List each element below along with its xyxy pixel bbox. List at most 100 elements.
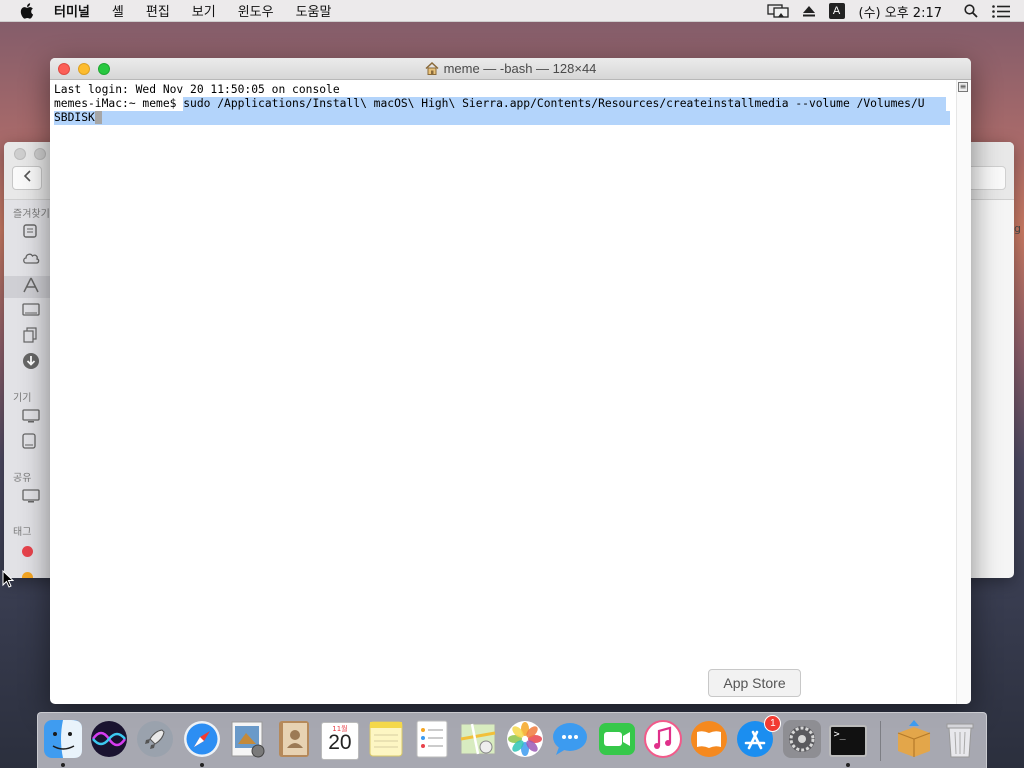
- sidebar-section-favorites: 즐겨찾기: [13, 209, 50, 220]
- terminal-content[interactable]: Last login: Wed Nov 20 11:50:05 on conso…: [50, 80, 971, 704]
- computer-icon: [22, 408, 40, 427]
- dock-reminders[interactable]: [412, 719, 452, 763]
- maps-icon: [458, 719, 498, 763]
- messages-bubble-icon: [551, 719, 591, 763]
- dock-facetime[interactable]: [597, 721, 637, 761]
- sidebar-item-icloud[interactable]: [22, 250, 42, 268]
- dock-running-indicator: [199, 762, 204, 767]
- safari-compass-icon: [182, 719, 222, 763]
- spotlight-search-icon[interactable]: [964, 4, 978, 18]
- dock-tooltip: App Store: [708, 669, 801, 697]
- finder-back-button[interactable]: [12, 166, 42, 190]
- eject-icon[interactable]: [802, 5, 815, 17]
- dock-calendar[interactable]: 11월 20: [320, 721, 360, 761]
- notification-center-icon[interactable]: [992, 4, 1010, 18]
- itunes-music-note-icon: [643, 719, 683, 763]
- menu-app-name[interactable]: 터미널: [54, 1, 90, 20]
- dock-preview[interactable]: [228, 721, 268, 761]
- preview-icon: [228, 719, 268, 763]
- dock-system-preferences[interactable]: [782, 719, 822, 761]
- dock-launchpad[interactable]: [135, 719, 175, 763]
- sidebar-item-computer[interactable]: [22, 408, 42, 426]
- terminal-window-controls: [58, 63, 118, 75]
- facetime-camera-icon: [597, 719, 637, 763]
- terminal-window-title: meme — -bash — 128×44: [443, 61, 597, 76]
- tag-orange-dot-icon: [22, 571, 33, 578]
- terminal-app-icon: >_: [828, 724, 867, 757]
- apple-menu-icon[interactable]: [20, 2, 40, 19]
- terminal-titlebar[interactable]: meme — -bash — 128×44: [50, 58, 971, 80]
- sidebar-item-downloads[interactable]: [22, 353, 42, 372]
- menu-bar: 터미널 셸 편집 보기 윈도우 도움말 A (수) 오후 2:17: [0, 0, 1024, 22]
- sidebar-item-disk[interactable]: [22, 433, 42, 453]
- dock-contacts[interactable]: [274, 720, 314, 761]
- mouse-pointer-icon: [2, 569, 15, 592]
- chevron-left-icon: [23, 170, 31, 186]
- menu-clock[interactable]: (수) 오후 2:17: [859, 2, 942, 21]
- dock-photos[interactable]: [505, 719, 545, 763]
- terminal-prompt: memes-iMac:~ meme$: [54, 97, 184, 110]
- recents-icon: [22, 223, 38, 243]
- disk-icon: [22, 433, 36, 453]
- background-window-text: g: [1014, 222, 1021, 235]
- menu-window[interactable]: 윈도우: [238, 1, 274, 20]
- dock-ibooks[interactable]: [689, 720, 729, 761]
- reminders-icon: [412, 719, 452, 763]
- dock-siri[interactable]: [89, 719, 129, 763]
- sidebar-item-applications[interactable]: [4, 276, 50, 298]
- finder-icon: [43, 719, 83, 763]
- menu-help[interactable]: 도움말: [296, 1, 332, 20]
- dock-terminal[interactable]: >_: [828, 721, 868, 767]
- dock-finder[interactable]: [43, 719, 83, 767]
- dock-installer-package[interactable]: [894, 719, 934, 763]
- menu-view[interactable]: 보기: [192, 1, 216, 20]
- tag-red-dot-icon: [22, 545, 33, 557]
- terminal-prompt-glyph: >_: [833, 728, 846, 740]
- dock-app-store[interactable]: 1: [735, 714, 782, 761]
- finder-minimize-button[interactable]: [34, 148, 46, 160]
- siri-icon: [89, 719, 129, 763]
- terminal-selected-command: sudo /Applications/Install\ macOS\ High\…: [183, 97, 947, 111]
- dock-separator: [879, 720, 881, 761]
- dock-itunes[interactable]: [643, 719, 683, 763]
- terminal-last-login-line: Last login: Wed Nov 20 11:50:05 on conso…: [54, 83, 340, 96]
- input-source-icon[interactable]: A: [828, 3, 845, 19]
- menu-shell[interactable]: 셸: [112, 1, 124, 20]
- menu-edit[interactable]: 편집: [146, 1, 170, 20]
- documents-icon: [22, 327, 38, 347]
- home-folder-icon: [425, 62, 439, 75]
- terminal-selected-command-wrap: SBDISK█: [54, 111, 950, 125]
- sidebar-item-desktop[interactable]: [22, 302, 42, 320]
- dock-safari[interactable]: [182, 719, 222, 767]
- sidebar-item-shared-computer[interactable]: [22, 488, 42, 506]
- sidebar-item-documents[interactable]: [22, 327, 42, 347]
- desktop-icon: [22, 302, 40, 321]
- sidebar-section-tags: 태그: [13, 527, 32, 538]
- terminal-window: meme — -bash — 128×44 ≡ Last login: Wed …: [50, 58, 971, 704]
- dock-messages[interactable]: [551, 721, 591, 761]
- finder-window-controls: [14, 148, 54, 160]
- finder-close-button[interactable]: [14, 148, 26, 160]
- sidebar-tag-red[interactable]: [22, 542, 42, 560]
- finder-sidebar: 즐겨찾기 기기 공유 태그: [4, 200, 50, 578]
- zoom-button[interactable]: [98, 63, 110, 75]
- dock-trash[interactable]: [940, 721, 980, 761]
- calendar-day-label: 20: [328, 730, 352, 754]
- finder-search-field[interactable]: [966, 166, 1006, 190]
- applications-icon: [22, 277, 40, 297]
- photos-flower-icon: [505, 719, 545, 763]
- package-box-icon: [894, 719, 934, 763]
- airplay-display-icon[interactable]: [766, 4, 789, 18]
- close-button[interactable]: [58, 63, 70, 75]
- icloud-icon: [22, 250, 40, 269]
- minimize-button[interactable]: [78, 63, 90, 75]
- trash-icon: [940, 719, 980, 763]
- calendar-icon: 11월 20: [320, 721, 359, 760]
- sidebar-item-recents[interactable]: [22, 224, 42, 242]
- dock-maps[interactable]: [458, 721, 498, 761]
- terminal-cursor: █: [94, 111, 102, 124]
- sidebar-tag-orange[interactable]: [22, 568, 42, 578]
- dock-notes[interactable]: [366, 721, 406, 761]
- terminal-command-line-2: SBDISK█: [54, 111, 971, 125]
- launchpad-rocket-icon: [135, 719, 175, 763]
